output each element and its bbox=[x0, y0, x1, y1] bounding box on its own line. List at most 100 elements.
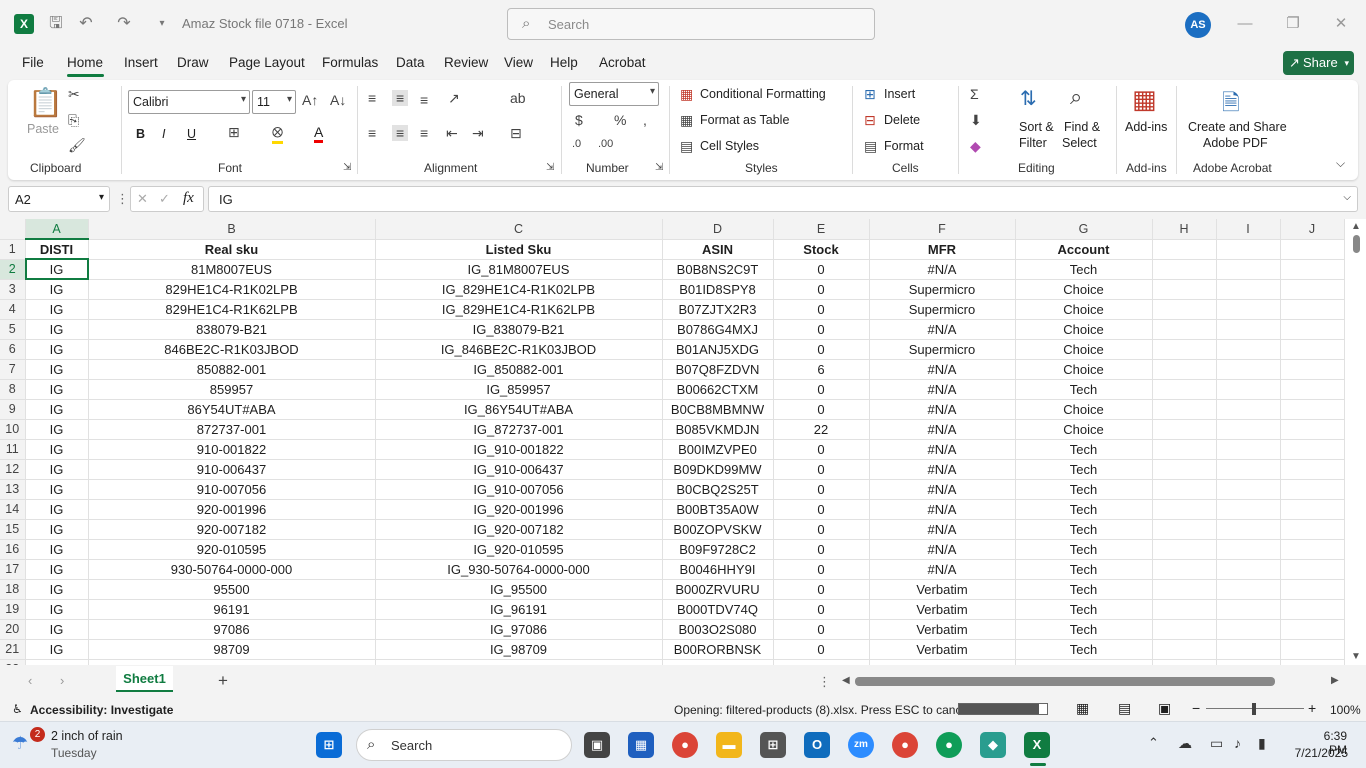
cell[interactable] bbox=[1152, 559, 1217, 580]
column-header-j[interactable]: J bbox=[1280, 219, 1345, 240]
row-header[interactable]: 14 bbox=[0, 499, 26, 520]
paste-button[interactable]: Paste bbox=[27, 122, 59, 136]
clock-date[interactable]: 7/21/2025 bbox=[1286, 746, 1348, 760]
row-header[interactable]: 20 bbox=[0, 619, 26, 640]
cell[interactable] bbox=[1280, 599, 1345, 620]
cell[interactable]: IG_910-006437 bbox=[375, 459, 663, 480]
font-size-combo[interactable]: 11 ▾ bbox=[252, 90, 296, 114]
cell[interactable]: 0 bbox=[773, 579, 870, 600]
user-avatar[interactable]: AS bbox=[1185, 12, 1211, 38]
normal-view-icon[interactable]: ▦ bbox=[1076, 700, 1089, 717]
cell[interactable]: 0 bbox=[773, 539, 870, 560]
create-share-pdf-line2[interactable]: Adobe PDF bbox=[1203, 136, 1268, 150]
tab-review[interactable]: Review bbox=[444, 55, 488, 70]
row-header[interactable]: 13 bbox=[0, 479, 26, 500]
cell[interactable] bbox=[1280, 519, 1345, 540]
cell[interactable]: #N/A bbox=[869, 319, 1016, 340]
cell[interactable]: 859957 bbox=[88, 379, 376, 400]
column-header-b[interactable]: B bbox=[88, 219, 376, 240]
scroll-right-icon[interactable]: ▶ bbox=[1331, 675, 1339, 686]
volume-icon[interactable]: ♪ bbox=[1234, 735, 1241, 751]
scroll-left-icon[interactable]: ◀ bbox=[842, 675, 850, 686]
cell[interactable]: IG_910-007056 bbox=[375, 479, 663, 500]
cell[interactable]: Tech bbox=[1015, 519, 1153, 540]
cell[interactable] bbox=[1216, 579, 1281, 600]
app-diamond-icon[interactable]: ◆ bbox=[980, 732, 1006, 758]
cell[interactable]: IG_95500 bbox=[375, 579, 663, 600]
cell[interactable] bbox=[1280, 659, 1345, 665]
minimize-icon[interactable]: — bbox=[1230, 12, 1260, 36]
weather-title[interactable]: 2 inch of rain bbox=[51, 729, 123, 743]
cell[interactable]: IG bbox=[25, 539, 89, 560]
currency-icon[interactable]: $ bbox=[575, 112, 583, 128]
cell[interactable]: IG_829HE1C4-R1K02LPB bbox=[375, 279, 663, 300]
accessibility-status[interactable]: Accessibility: Investigate bbox=[30, 703, 173, 717]
cell[interactable]: IG bbox=[25, 559, 89, 580]
cell[interactable]: B0786G4MXJ bbox=[662, 319, 774, 340]
cell[interactable]: #N/A bbox=[869, 539, 1016, 560]
cell[interactable] bbox=[1152, 599, 1217, 620]
cell[interactable]: Listed Sku bbox=[375, 239, 663, 260]
add-ins-button[interactable]: Add-ins bbox=[1125, 120, 1167, 134]
cell[interactable] bbox=[773, 659, 870, 665]
tab-acrobat[interactable]: Acrobat bbox=[599, 55, 646, 70]
cell[interactable]: 910-001822 bbox=[88, 439, 376, 460]
italic-button[interactable]: I bbox=[162, 127, 165, 141]
cell[interactable] bbox=[1152, 479, 1217, 500]
cell[interactable]: Tech bbox=[1015, 379, 1153, 400]
increase-decimal-icon[interactable]: .0 bbox=[572, 138, 581, 150]
format-painter-icon[interactable]: 🖌 bbox=[68, 137, 86, 154]
cell[interactable]: 920-007182 bbox=[88, 519, 376, 540]
cell[interactable]: 910-006437 bbox=[88, 459, 376, 480]
cell[interactable] bbox=[1152, 659, 1217, 665]
clear-icon[interactable]: ◆ bbox=[970, 138, 981, 155]
cell[interactable]: IG_920-007182 bbox=[375, 519, 663, 540]
tab-page-layout[interactable]: Page Layout bbox=[229, 55, 305, 70]
undo-icon[interactable]: ↶ bbox=[76, 14, 96, 34]
row-header[interactable]: 7 bbox=[0, 359, 26, 380]
row-header[interactable]: 19 bbox=[0, 599, 26, 620]
cell[interactable] bbox=[1152, 359, 1217, 380]
cell[interactable] bbox=[1152, 519, 1217, 540]
cell[interactable] bbox=[1152, 319, 1217, 340]
cell[interactable]: 850882-001 bbox=[88, 359, 376, 380]
cell[interactable] bbox=[1216, 539, 1281, 560]
paste-icon[interactable]: 📋 bbox=[28, 86, 63, 119]
cell[interactable]: IG_98709 bbox=[375, 639, 663, 660]
cell[interactable] bbox=[1015, 659, 1153, 665]
tab-draw[interactable]: Draw bbox=[177, 55, 209, 70]
cell[interactable]: Choice bbox=[1015, 299, 1153, 320]
cell[interactable]: Tech bbox=[1015, 259, 1153, 280]
cell[interactable] bbox=[1280, 559, 1345, 580]
cell[interactable] bbox=[1280, 419, 1345, 440]
restore-icon[interactable]: ❐ bbox=[1278, 12, 1308, 36]
align-right-icon[interactable]: ≡ bbox=[420, 125, 428, 141]
cell[interactable]: B07Q8FZDVN bbox=[662, 359, 774, 380]
cell[interactable]: IG bbox=[25, 279, 89, 300]
cell[interactable]: 95500 bbox=[88, 579, 376, 600]
save-icon[interactable]: 🖫 bbox=[46, 14, 66, 34]
cell[interactable]: 0 bbox=[773, 479, 870, 500]
vertical-scrollbar[interactable]: ▲ ▼ bbox=[1346, 219, 1366, 665]
cell[interactable]: Choice bbox=[1015, 399, 1153, 420]
taskbar-search[interactable]: ⌕ Search bbox=[356, 729, 572, 761]
format-as-table-button[interactable]: Format as Table bbox=[700, 113, 789, 127]
cell[interactable] bbox=[1216, 479, 1281, 500]
cell[interactable]: Verbatim bbox=[869, 619, 1016, 640]
delete-cells-button[interactable]: Delete bbox=[884, 113, 920, 127]
cell[interactable]: IG_930-50764-0000-000 bbox=[375, 559, 663, 580]
cell[interactable]: 96191 bbox=[88, 599, 376, 620]
cell[interactable]: IG bbox=[25, 319, 89, 340]
cell[interactable]: 0 bbox=[773, 339, 870, 360]
cell[interactable] bbox=[1216, 319, 1281, 340]
cell[interactable] bbox=[1152, 619, 1217, 640]
cell[interactable]: Tech bbox=[1015, 599, 1153, 620]
outlook-icon[interactable]: O bbox=[804, 732, 830, 758]
increase-font-icon[interactable]: A↑ bbox=[302, 92, 318, 108]
tab-formulas[interactable]: Formulas bbox=[322, 55, 378, 70]
cell[interactable]: MFR bbox=[869, 239, 1016, 260]
cell[interactable]: #N/A bbox=[869, 439, 1016, 460]
align-middle-icon[interactable]: ≡ bbox=[392, 90, 409, 106]
cell[interactable] bbox=[1280, 359, 1345, 380]
cell[interactable]: IG bbox=[25, 519, 89, 540]
